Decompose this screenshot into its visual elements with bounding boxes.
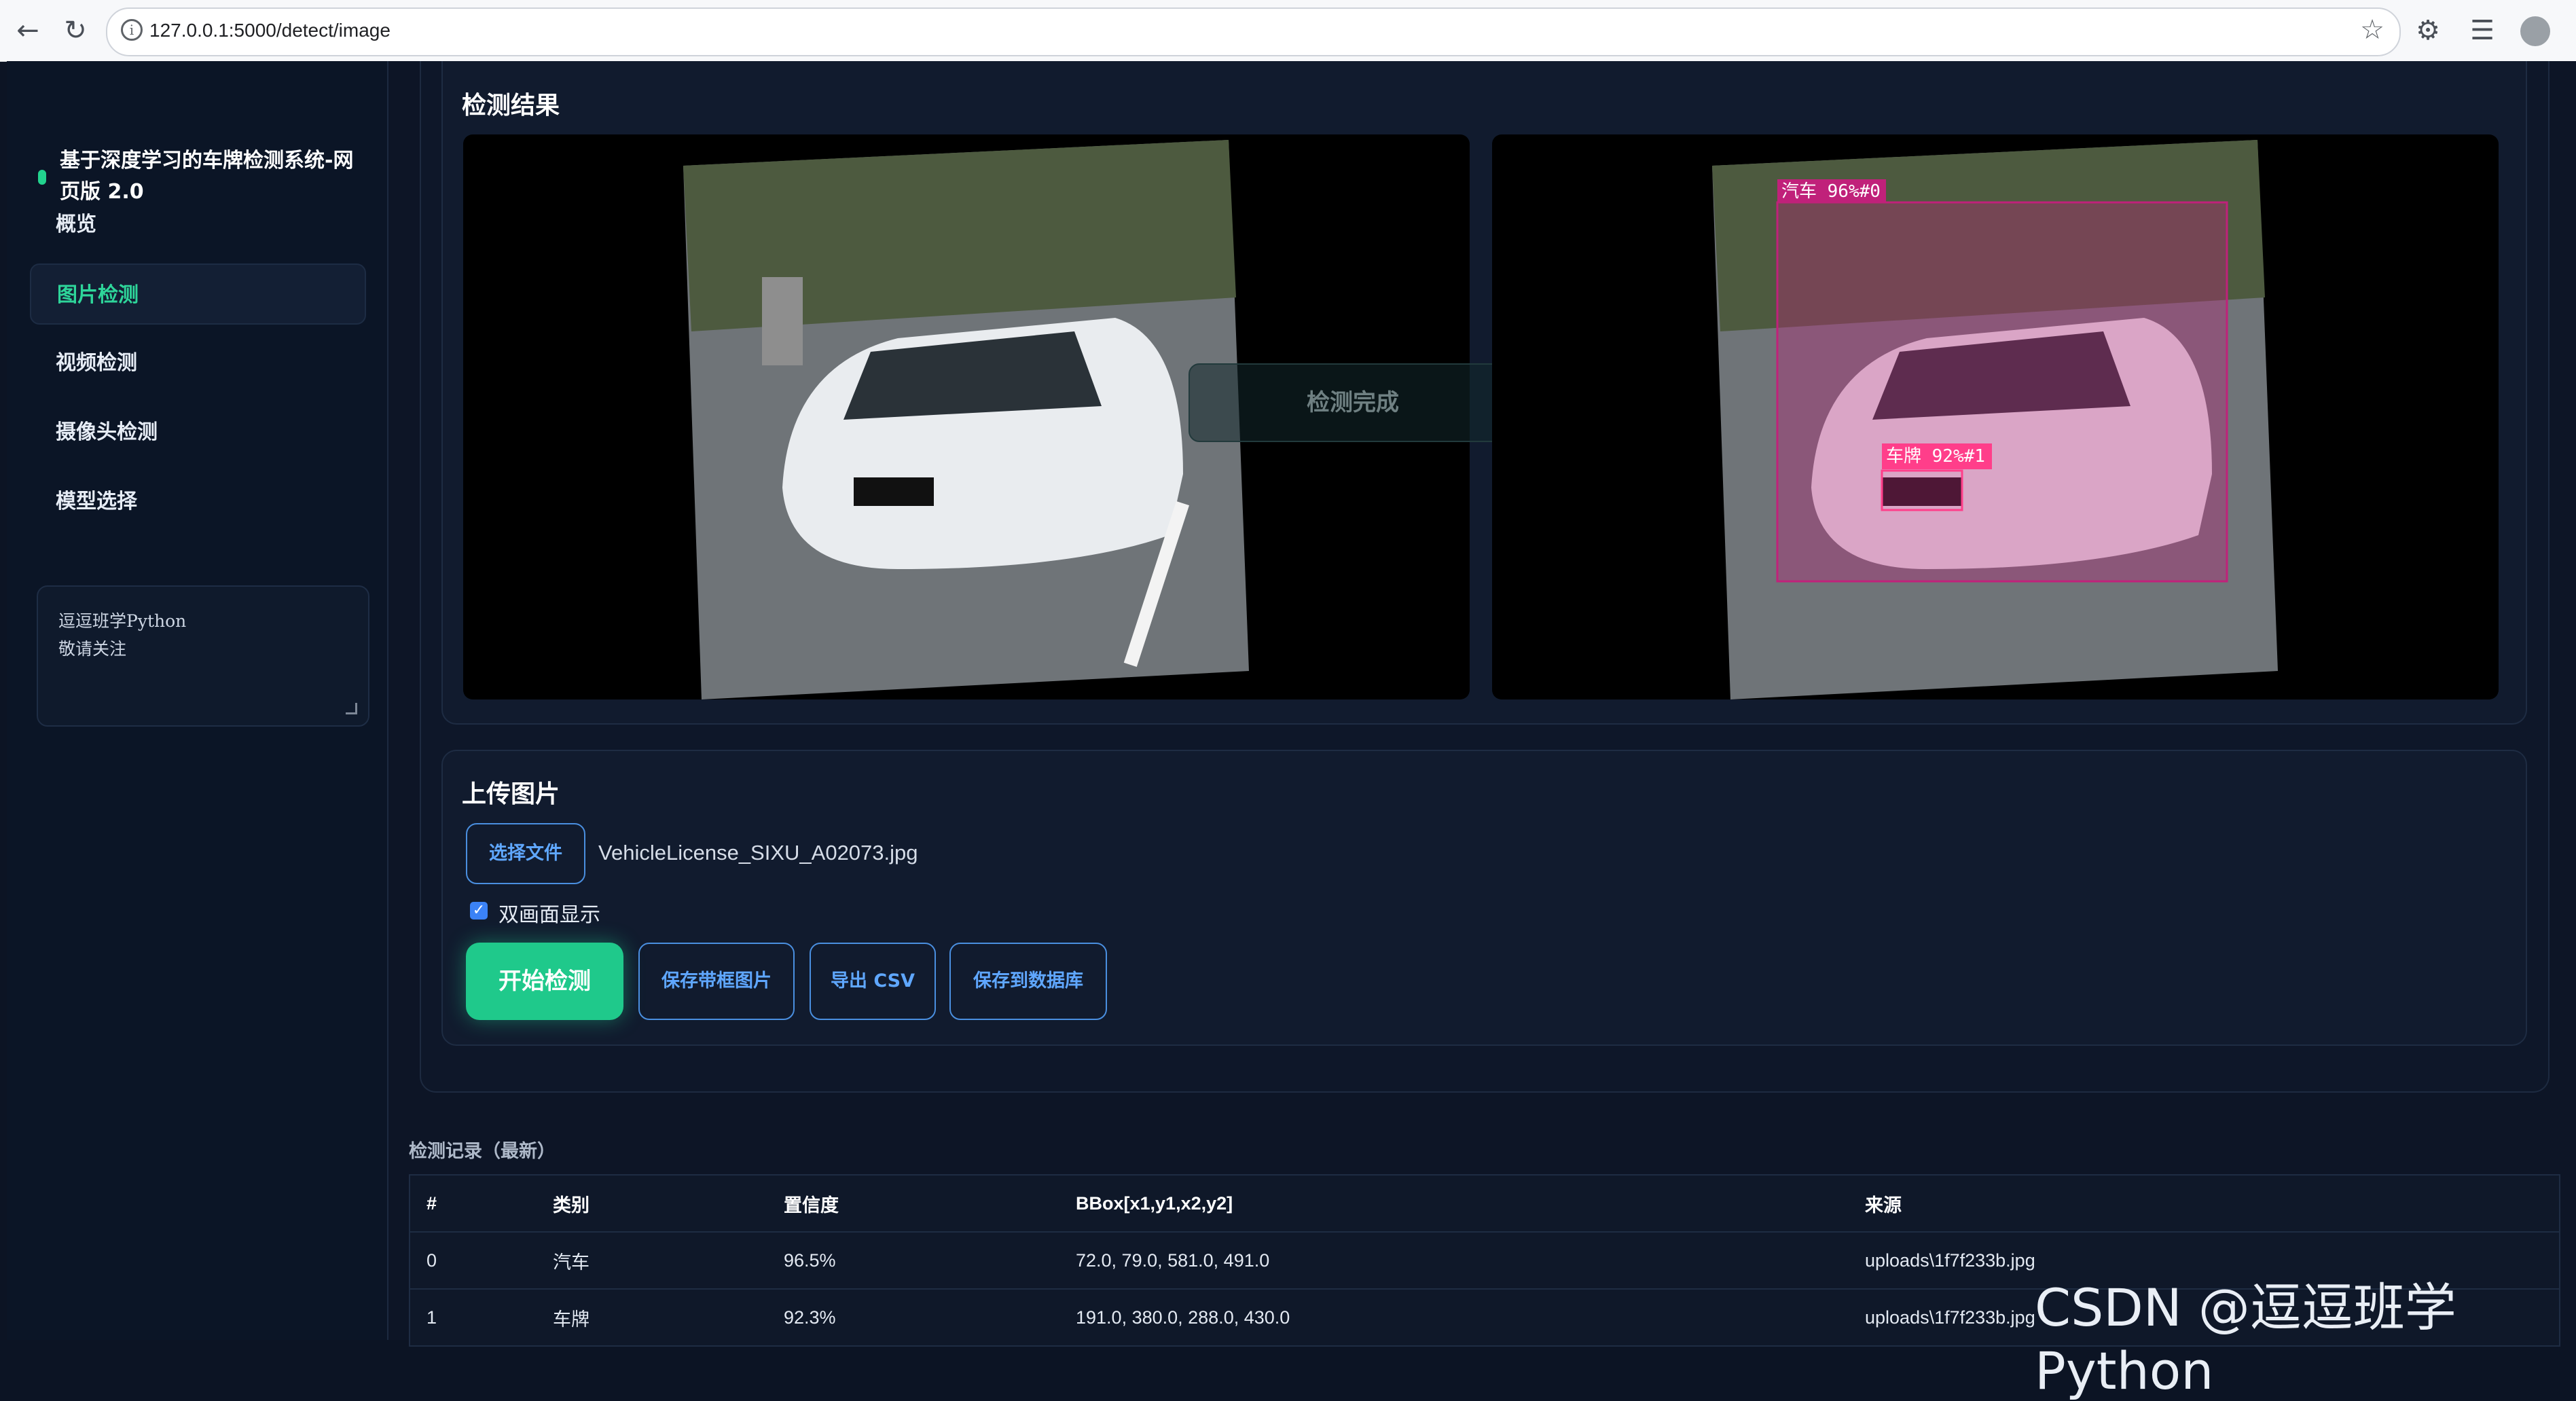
dual-view-checkbox[interactable]: ✓	[470, 902, 488, 920]
bookmark-star-icon[interactable]: ☆	[2360, 14, 2384, 46]
main-content: 检测结果 检测完成 汽车 96%#0 车牌 92%#1 上传图片 选择文件 Ve…	[388, 61, 2576, 1340]
sidebar-item-video-detect[interactable]: 视频检测	[30, 333, 366, 394]
records-title: 检测记录（最新）	[409, 1141, 556, 1162]
table-cell: 191.0, 380.0, 288.0, 430.0	[1076, 1289, 1865, 1347]
browser-toolbar: ← ↻ i 127.0.0.1:5000/detect/image ☆ ⚙ ☰	[0, 0, 2576, 62]
url-text: 127.0.0.1:5000/detect/image	[149, 20, 391, 41]
start-detect-button[interactable]: 开始检测	[466, 943, 623, 1020]
export-csv-button[interactable]: 导出 CSV	[810, 943, 936, 1020]
table-header-row: # 类别 置信度 BBox[x1,y1,x2,y2] 来源	[410, 1175, 2560, 1233]
car-bbox	[1776, 201, 2228, 583]
favorites-icon[interactable]: ☰	[2464, 12, 2501, 49]
result-panel: 检测结果 检测完成 汽车 96%#0 车牌 92%#1	[441, 61, 2527, 725]
sidebar-item-image-detect[interactable]: 图片检测	[30, 263, 366, 325]
table-cell: 1	[410, 1289, 553, 1347]
resize-handle-icon[interactable]	[346, 703, 357, 714]
sidebar-item-camera-detect[interactable]: 摄像头检测	[30, 402, 366, 463]
save-boxed-image-button[interactable]: 保存带框图片	[638, 943, 795, 1020]
sidebar-item-overview[interactable]: 概览	[30, 194, 366, 255]
result-title: 检测结果	[462, 92, 560, 120]
status-dot-icon	[38, 170, 46, 185]
car-label: 汽车 96%#0	[1781, 181, 1881, 202]
table-cell: 车牌	[553, 1289, 784, 1347]
plate-label: 车牌 92%#1	[1886, 446, 1985, 467]
plate-graphic	[854, 477, 934, 506]
dual-view-label: 双画面显示	[498, 903, 600, 927]
site-info-icon[interactable]: i	[121, 19, 143, 41]
column-header: 来源	[1865, 1175, 2560, 1233]
sidebar: 基于深度学习的车牌检测系统-网页版 2.0 概览 图片检测 视频检测 摄像头检测…	[7, 61, 388, 1340]
profile-avatar[interactable]	[2520, 16, 2550, 46]
table-cell: 汽车	[553, 1232, 784, 1290]
annotated-image-svg: 汽车 96%#0 车牌 92%#1	[1712, 140, 2278, 699]
save-to-db-button[interactable]: 保存到数据库	[949, 943, 1107, 1020]
reload-icon[interactable]: ↻	[57, 12, 94, 49]
arrow-left-icon[interactable]: ←	[10, 12, 46, 49]
sidebar-item-model-select[interactable]: 模型选择	[30, 471, 366, 532]
note-text: 逗逗班学Python 敬请关注	[58, 611, 187, 659]
status-badge: 检测完成	[1189, 363, 1517, 442]
column-header: 类别	[553, 1175, 784, 1233]
note-textarea[interactable]: 逗逗班学Python 敬请关注	[37, 585, 369, 727]
table-cell: 0	[410, 1232, 553, 1290]
upload-title: 上传图片	[462, 780, 560, 808]
column-header: BBox[x1,y1,x2,y2]	[1076, 1175, 1865, 1233]
watermark: CSDN @逗逗班学Python	[2035, 1277, 2456, 1401]
choose-file-button[interactable]: 选择文件	[466, 823, 585, 884]
annotated-image: 汽车 96%#0 车牌 92%#1	[1492, 134, 2499, 699]
extensions-icon[interactable]: ⚙	[2410, 12, 2446, 49]
column-header: #	[410, 1175, 553, 1233]
file-name: VehicleLicense_SIXU_A02073.jpg	[598, 841, 918, 865]
column-header: 置信度	[784, 1175, 1076, 1233]
address-bar[interactable]: i 127.0.0.1:5000/detect/image ☆	[106, 7, 2401, 56]
table-cell: 96.5%	[784, 1232, 1076, 1290]
table-cell: 92.3%	[784, 1289, 1076, 1347]
table-cell: 72.0, 79.0, 581.0, 491.0	[1076, 1232, 1865, 1290]
